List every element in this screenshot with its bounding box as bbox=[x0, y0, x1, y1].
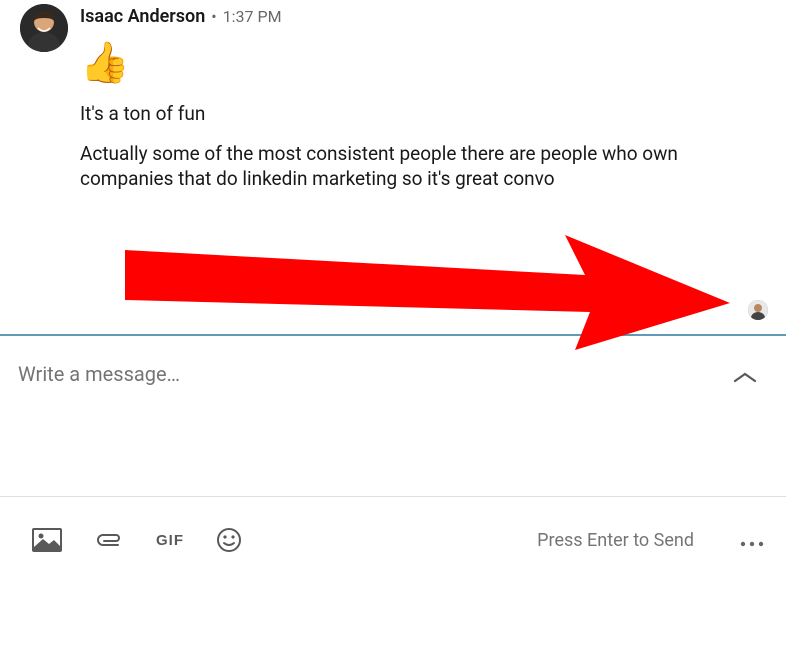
avatar[interactable] bbox=[20, 4, 68, 52]
composer bbox=[0, 336, 786, 410]
message-emoji: 👍 bbox=[80, 43, 766, 83]
timestamp: 1:37 PM bbox=[223, 7, 282, 26]
emoji-icon bbox=[216, 527, 242, 553]
read-receipt-image bbox=[748, 300, 768, 320]
gif-button[interactable]: GIF bbox=[156, 532, 184, 549]
sender-name[interactable]: Isaac Anderson bbox=[80, 6, 205, 27]
attachment-button[interactable] bbox=[94, 532, 124, 548]
chevron-up-icon bbox=[732, 371, 758, 385]
arrow-annotation bbox=[125, 230, 735, 350]
composer-toolbar: GIF Press Enter to Send bbox=[0, 496, 786, 584]
message-header: Isaac Anderson • 1:37 PM bbox=[80, 6, 766, 27]
message-text-2: Actually some of the most consistent peo… bbox=[80, 141, 720, 192]
gif-icon: GIF bbox=[156, 532, 184, 549]
more-options-button[interactable] bbox=[740, 528, 764, 553]
message-row: Isaac Anderson • 1:37 PM 👍 It's a ton of… bbox=[0, 0, 786, 206]
send-hint: Press Enter to Send bbox=[537, 530, 694, 551]
image-button[interactable] bbox=[32, 528, 62, 552]
dots-icon bbox=[740, 541, 764, 547]
image-icon bbox=[32, 528, 62, 552]
composer-collapse-button[interactable] bbox=[732, 362, 766, 389]
separator-dot: • bbox=[211, 7, 216, 26]
emoji-button[interactable] bbox=[216, 527, 242, 553]
message-text-1: It's a ton of fun bbox=[80, 101, 720, 127]
avatar-image bbox=[20, 4, 68, 52]
message-input[interactable] bbox=[18, 362, 732, 410]
read-receipt-avatar[interactable] bbox=[748, 300, 768, 320]
message-content: Isaac Anderson • 1:37 PM 👍 It's a ton of… bbox=[80, 4, 766, 206]
paperclip-icon bbox=[94, 532, 124, 548]
